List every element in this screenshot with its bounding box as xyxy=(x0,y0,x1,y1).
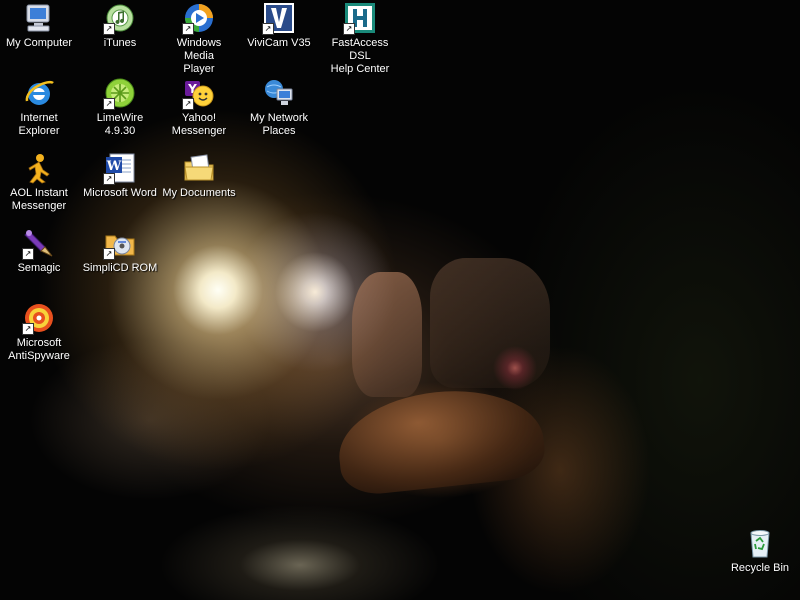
wallpaper-boat xyxy=(333,381,548,498)
shortcut-arrow-icon: ↗ xyxy=(103,23,115,35)
internet-explorer-icon xyxy=(23,77,55,109)
shortcut-arrow-icon: ↗ xyxy=(182,23,194,35)
icon-label: LimeWire 4.9.30 xyxy=(96,112,144,137)
fastaccess-dsl-icon: ↗ xyxy=(343,2,376,35)
icon-label: Recycle Bin xyxy=(730,562,790,574)
semagic-icon: ↗ xyxy=(22,227,55,260)
wallpaper-rock xyxy=(430,258,550,388)
desktop-icon-recycle-bin[interactable]: Recycle Bin xyxy=(722,527,798,575)
shortcut-arrow-icon: ↗ xyxy=(103,98,115,110)
icon-label: FastAccess DSL Help Center xyxy=(330,37,390,75)
desktop-icon-aol-instant-messenger[interactable]: AOL Instant Messenger xyxy=(1,152,77,213)
microsoft-word-icon: W ↗ xyxy=(103,152,136,185)
icon-label: My Computer xyxy=(5,37,73,49)
shortcut-arrow-icon: ↗ xyxy=(103,173,115,185)
icon-label: ViviCam V35 xyxy=(247,37,311,49)
desktop-icon-my-computer[interactable]: My Computer xyxy=(1,2,77,50)
icon-label: Microsoft AntiSpyware xyxy=(8,337,70,362)
yahoo-messenger-icon: Y ↗ xyxy=(182,77,215,110)
desktop-icon-microsoft-word[interactable]: W ↗ Microsoft Word xyxy=(82,152,158,200)
shortcut-arrow-icon: ↗ xyxy=(343,23,355,35)
desktop-icon-semagic[interactable]: ↗ Semagic xyxy=(1,227,77,275)
desktop-icon-fastaccess-dsl[interactable]: ↗ FastAccess DSL Help Center xyxy=(322,2,398,76)
desktop-icon-yahoo-messenger[interactable]: Y ↗ Yahoo! Messenger xyxy=(161,77,237,138)
shortcut-arrow-icon: ↗ xyxy=(262,23,274,35)
icon-label: Yahoo! Messenger xyxy=(171,112,227,137)
aol-instant-messenger-icon xyxy=(23,152,55,184)
my-computer-icon xyxy=(23,2,55,34)
simplicd-rom-icon: ↗ xyxy=(103,227,136,260)
limewire-icon: ↗ xyxy=(103,77,136,110)
desktop-icon-windows-media-player[interactable]: ↗ Windows Media Player xyxy=(161,2,237,76)
windows-media-player-icon: ↗ xyxy=(182,2,215,35)
desktop-icon-internet-explorer[interactable]: Internet Explorer xyxy=(1,77,77,138)
itunes-icon: ↗ xyxy=(103,2,136,35)
desktop-icon-my-network-places[interactable]: My Network Places xyxy=(241,77,317,138)
my-network-places-icon xyxy=(263,77,295,109)
desktop-icon-my-documents[interactable]: My Documents xyxy=(161,152,237,200)
icon-label: SimpliCD ROM xyxy=(82,262,158,274)
icon-label: Microsoft Word xyxy=(83,187,157,199)
desktop-icon-itunes[interactable]: ↗ iTunes xyxy=(82,2,158,50)
desktop-icon-microsoft-antispyware[interactable]: ↗ Microsoft AntiSpyware xyxy=(1,302,77,363)
vivicam-icon: ↗ xyxy=(262,2,295,35)
recycle-bin-icon xyxy=(744,527,776,559)
icon-label: Semagic xyxy=(17,262,61,274)
desktop-icon-vivicam[interactable]: ↗ ViviCam V35 xyxy=(241,2,317,50)
shortcut-arrow-icon: ↗ xyxy=(182,98,194,110)
icon-label: Internet Explorer xyxy=(18,112,60,137)
shortcut-arrow-icon: ↗ xyxy=(103,248,115,260)
icon-label: My Documents xyxy=(162,187,236,199)
desktop-icon-limewire[interactable]: ↗ LimeWire 4.9.30 xyxy=(82,77,158,138)
svg-text:W: W xyxy=(106,159,122,174)
icon-label: My Network Places xyxy=(249,112,309,137)
icon-label: AOL Instant Messenger xyxy=(10,187,68,212)
shortcut-arrow-icon: ↗ xyxy=(22,323,34,335)
my-documents-icon xyxy=(183,152,215,184)
shortcut-arrow-icon: ↗ xyxy=(22,248,34,260)
icon-label: Windows Media Player xyxy=(176,37,222,75)
microsoft-antispyware-icon: ↗ xyxy=(22,302,55,335)
desktop-icon-simplicd-rom[interactable]: ↗ SimpliCD ROM xyxy=(82,227,158,275)
icon-label: iTunes xyxy=(103,37,137,49)
wallpaper-rock xyxy=(352,272,422,397)
